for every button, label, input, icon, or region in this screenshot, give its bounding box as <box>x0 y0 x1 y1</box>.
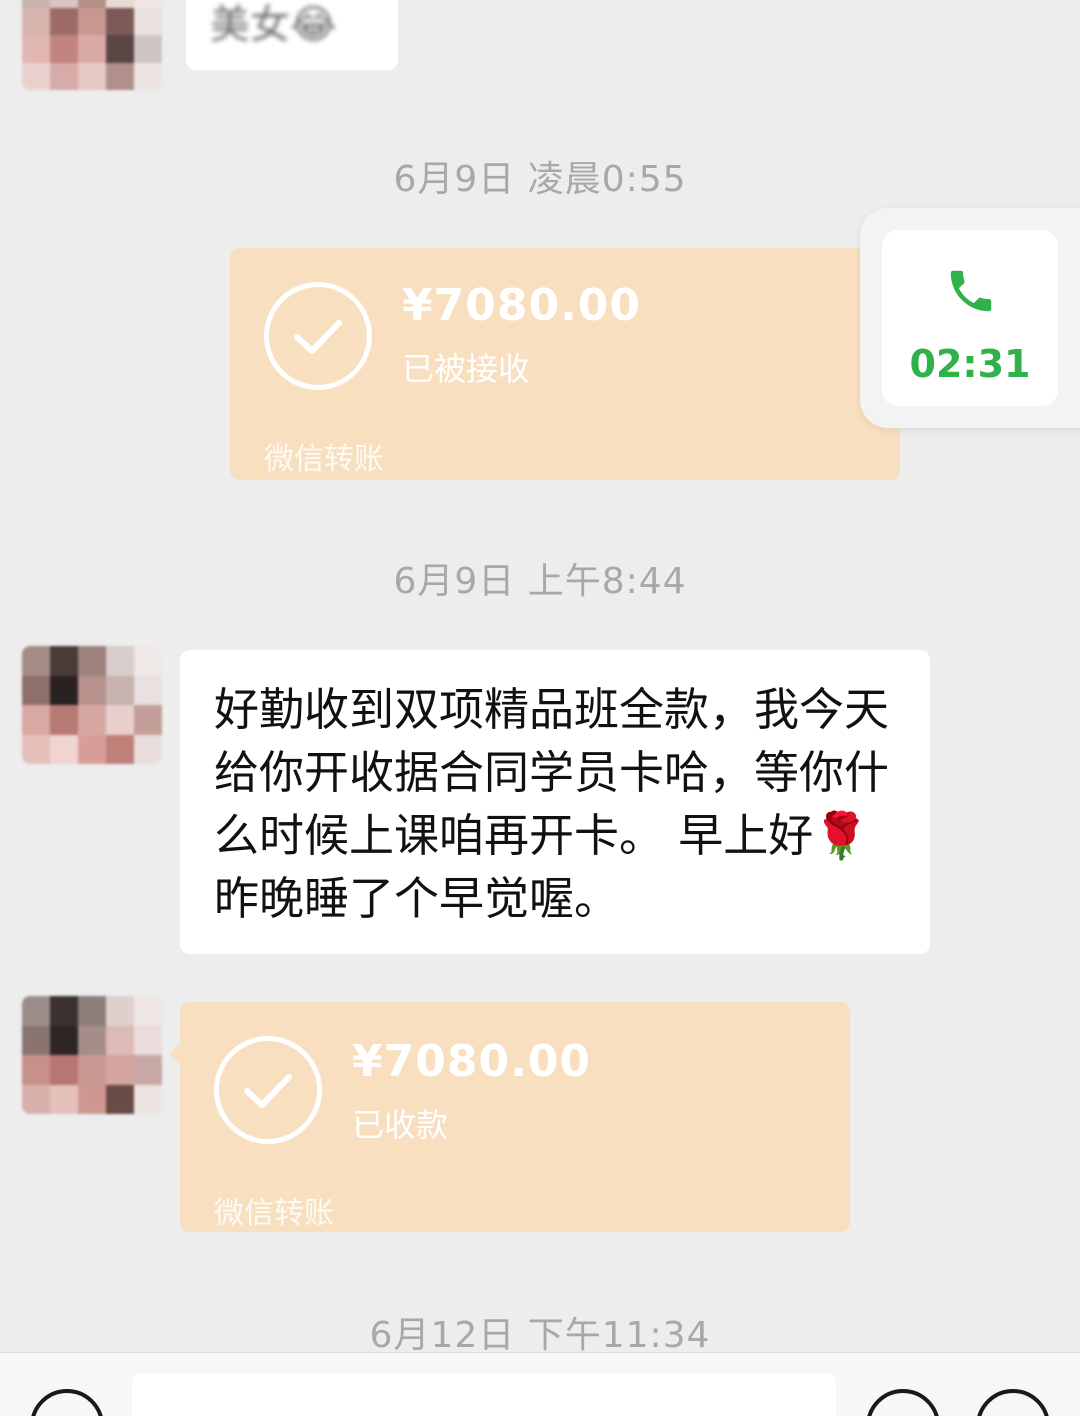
timestamp: 6月9日 上午8:44 <box>393 561 687 602</box>
message-text: 好勤收到双项精品班全款，我今天给你开收据合同学员卡哈，等你什么时候上课咱再开卡。… <box>214 683 890 925</box>
call-duration: 02:31 <box>909 342 1031 386</box>
timestamp: 6月9日 凌晨0:55 <box>393 159 687 200</box>
avatar[interactable] <box>22 996 162 1114</box>
bubble-tail <box>170 1044 180 1064</box>
check-circle-icon <box>264 282 372 390</box>
message-bubble[interactable]: 好勤收到双项精品班全款，我今天给你开收据合同学员卡哈，等你什么时候上课咱再开卡。… <box>180 650 930 954</box>
call-float-panel[interactable]: 02:31 <box>882 230 1058 406</box>
timestamp: 6月12日 下午11:34 <box>369 1315 711 1356</box>
transfer-card[interactable]: ¥7080.00 已收款 微信转账 <box>170 1002 850 1232</box>
message-input[interactable] <box>132 1373 836 1416</box>
voice-icon[interactable] <box>30 1389 104 1416</box>
input-bar <box>0 1352 1080 1416</box>
transfer-amount: ¥7080.00 <box>402 280 642 331</box>
message-text: 美女😂 <box>210 2 337 48</box>
transfer-label: 微信转账 <box>214 1196 334 1231</box>
transfer-status: 已收款 <box>352 1106 449 1144</box>
avatar[interactable] <box>22 0 162 90</box>
check-circle-icon <box>214 1036 322 1144</box>
transfer-card[interactable]: ¥7080.00 已被接收 微信转账 <box>230 248 900 480</box>
emoji-icon[interactable] <box>866 1389 940 1416</box>
transfer-status: 已被接收 <box>402 350 531 388</box>
avatar[interactable] <box>22 646 162 764</box>
transfer-label: 微信转账 <box>264 442 384 477</box>
phone-icon <box>944 264 998 318</box>
plus-icon[interactable] <box>976 1389 1050 1416</box>
transfer-amount: ¥7080.00 <box>352 1036 592 1087</box>
call-float-window[interactable]: 02:31 <box>860 208 1080 428</box>
message-bubble[interactable]: 美女😂 <box>186 0 398 70</box>
